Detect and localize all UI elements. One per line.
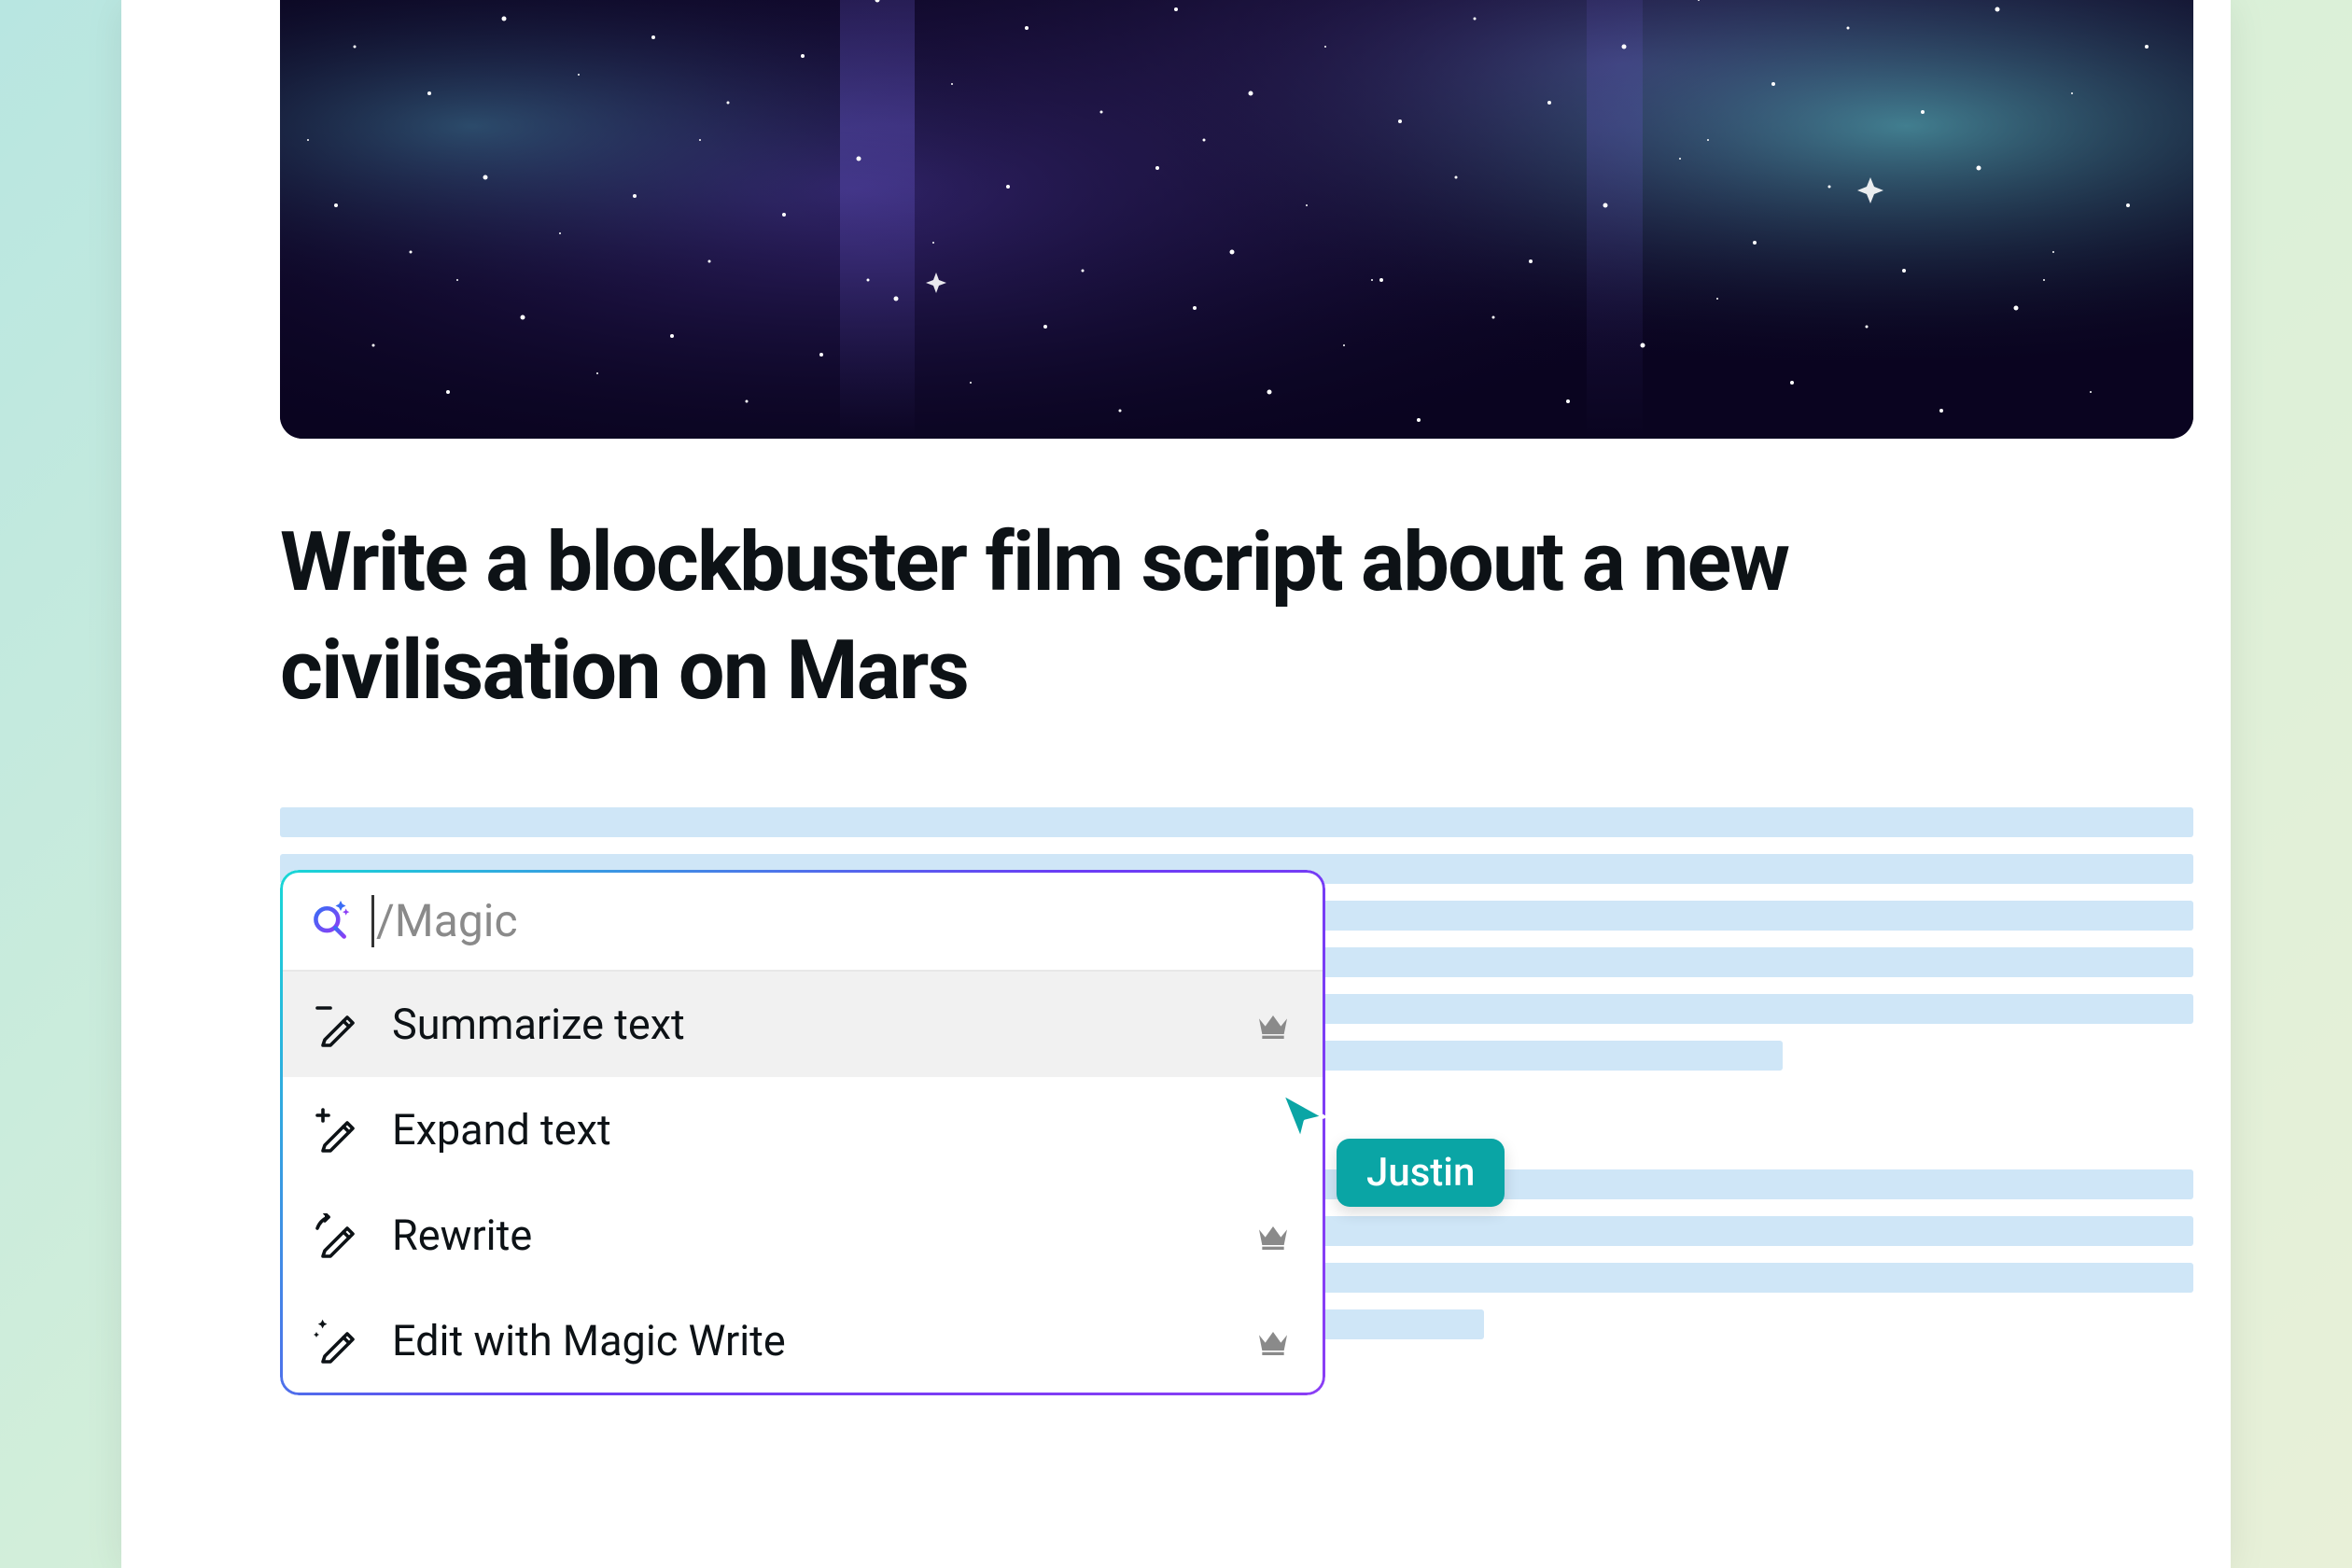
magic-search-row[interactable]: /Magic	[282, 872, 1323, 972]
menu-item-expand[interactable]: Expand text	[282, 1077, 1323, 1183]
collaborator-badge: Justin	[1337, 1139, 1505, 1207]
document-heading[interactable]: Write a blockbuster film script about a …	[280, 509, 2053, 725]
menu-item-label: Rewrite	[392, 1211, 1221, 1260]
menu-item-magic-write[interactable]: Edit with Magic Write	[282, 1288, 1323, 1393]
menu-item-label: Summarize text	[392, 1000, 1221, 1049]
crown-icon	[1254, 1217, 1292, 1254]
pencil-sparkle-icon	[314, 1319, 358, 1364]
pencil-minus-icon	[314, 1002, 358, 1047]
collaborator-cursor-icon	[1275, 1086, 1331, 1142]
menu-item-label: Edit with Magic Write	[392, 1316, 1221, 1365]
magic-search-icon	[310, 901, 351, 942]
menu-item-summarize[interactable]: Summarize text	[282, 972, 1323, 1077]
crown-icon	[1254, 1323, 1292, 1360]
text-cursor	[371, 895, 374, 947]
search-placeholder: /Magic	[376, 894, 518, 947]
document-page: Write a blockbuster film script about a …	[121, 0, 2231, 1568]
menu-item-label: Expand text	[392, 1105, 1292, 1155]
hero-image	[280, 0, 2193, 439]
pencil-cycle-icon	[314, 1213, 358, 1258]
magic-menu-items: Summarize text	[282, 972, 1323, 1393]
magic-menu-popover: /Magic Summarize text	[280, 870, 1325, 1395]
menu-item-rewrite[interactable]: Rewrite	[282, 1183, 1323, 1288]
magic-search-input[interactable]: /Magic	[371, 894, 1295, 947]
text-line	[280, 807, 2193, 837]
pencil-plus-icon	[314, 1108, 358, 1153]
crown-icon	[1254, 1006, 1292, 1043]
